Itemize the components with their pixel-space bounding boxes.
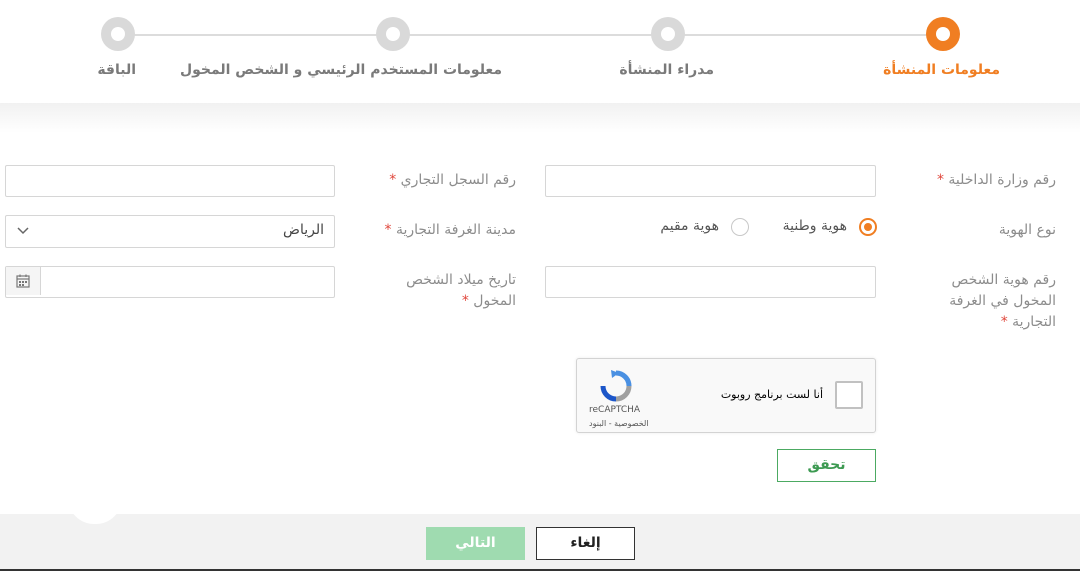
recaptcha-links[interactable]: الخصوصية - البنود	[589, 419, 649, 428]
step-4-circle	[101, 17, 135, 51]
recaptcha-widget: أنا لست برنامج روبوت reCAPTCHA الخصوصية …	[576, 358, 876, 433]
calendar-icon	[16, 274, 30, 288]
step-3-label[interactable]: معلومات المستخدم الرئيسي و الشخص المخول	[180, 62, 502, 78]
calendar-button[interactable]	[6, 267, 41, 295]
national-id-label[interactable]: هوية وطنية	[783, 218, 847, 234]
step-2-circle	[651, 17, 685, 51]
chevron-down-icon	[17, 227, 29, 235]
authorized-dob-label: تاريخ ميلاد الشخص المخول *	[406, 272, 516, 309]
cr-number-label: رقم السجل التجاري *	[389, 172, 516, 188]
stepper-line	[118, 34, 943, 36]
step-1-label[interactable]: معلومات المنشأة	[883, 62, 1000, 78]
chamber-city-value: الرياض	[283, 222, 324, 238]
chamber-city-label: مدينة الغرفة التجارية *	[384, 222, 516, 238]
cancel-button[interactable]: إلغاء	[536, 527, 635, 560]
section-divider	[0, 103, 1080, 133]
moi-number-input[interactable]	[545, 165, 876, 197]
cr-number-input[interactable]	[5, 165, 335, 197]
authorized-id-label: رقم هوية الشخص المخول في الغرفة التجارية…	[949, 272, 1056, 330]
chamber-city-select[interactable]: الرياض	[5, 215, 335, 248]
step-1-circle	[926, 17, 960, 51]
resident-id-label[interactable]: هوية مقيم	[660, 218, 719, 234]
verify-button[interactable]: تحقق	[777, 449, 876, 482]
authorized-dob-input[interactable]	[5, 266, 335, 298]
step-4-label[interactable]: الباقة	[97, 62, 136, 78]
id-type-label: نوع الهوية	[998, 222, 1056, 238]
resident-id-radio[interactable]	[731, 218, 749, 236]
authorized-id-input[interactable]	[545, 266, 876, 298]
recaptcha-brand: reCAPTCHA	[589, 405, 641, 415]
stepper: معلومات المنشأة مدراء المنشأة معلومات ال…	[0, 0, 1080, 103]
next-button[interactable]: التالي	[426, 527, 525, 560]
recaptcha-text: أنا لست برنامج روبوت	[720, 388, 823, 401]
national-id-radio[interactable]	[859, 218, 877, 236]
step-2-label[interactable]: مدراء المنشأة	[619, 62, 714, 78]
recaptcha-logo-icon	[600, 370, 632, 402]
recaptcha-checkbox[interactable]	[835, 381, 863, 409]
step-3-circle	[376, 17, 410, 51]
moi-number-label: رقم وزارة الداخلية *	[936, 172, 1056, 188]
